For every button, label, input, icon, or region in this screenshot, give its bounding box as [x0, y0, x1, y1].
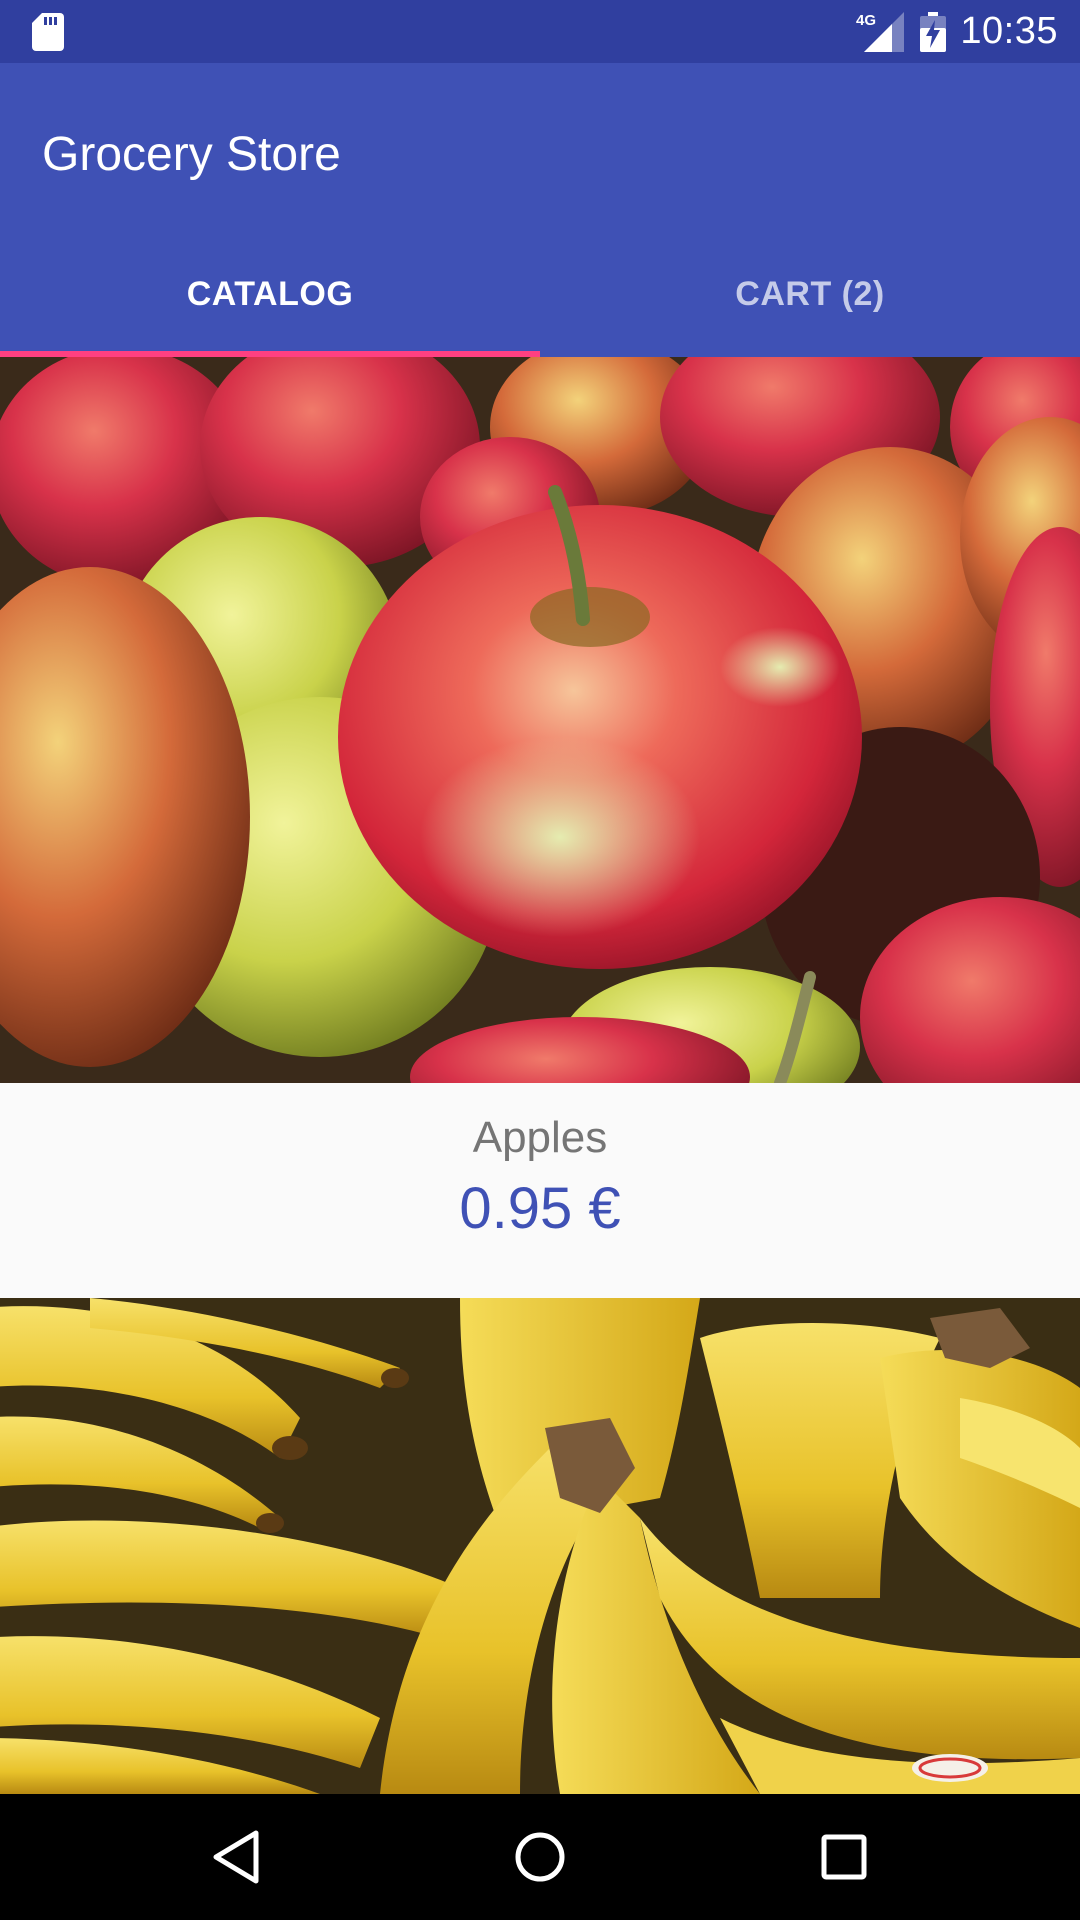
tab-cart-label: CART (2): [735, 274, 885, 313]
tab-catalog-label: CATALOG: [186, 274, 354, 313]
back-icon[interactable]: [202, 1823, 270, 1891]
tab-bar: CATALOG CART (2): [0, 231, 1080, 357]
battery-charging-icon: [920, 11, 947, 52]
product-card-bananas-image[interactable]: [0, 1298, 1080, 1794]
tab-catalog[interactable]: CATALOG: [0, 231, 540, 357]
home-icon[interactable]: [506, 1823, 574, 1891]
product-card-apples-info[interactable]: Apples 0.95 €: [0, 1083, 1080, 1298]
status-icons: 4G 10:35: [856, 0, 1058, 63]
navigation-bar: [0, 1794, 1080, 1920]
clock: 10:35: [960, 10, 1058, 52]
tab-cart[interactable]: CART (2): [540, 231, 1080, 357]
sd-card-icon: [32, 13, 64, 51]
product-price: 0.95 €: [459, 1176, 621, 1241]
network-label: 4G: [856, 12, 876, 29]
status-bar: 4G 10:35: [0, 0, 1080, 63]
product-card-apples-image[interactable]: [0, 357, 1080, 1083]
screen: 4G 10:35 Grocery Store CATALOG CART (2): [0, 0, 1080, 1920]
app-title: Grocery Store: [42, 128, 341, 181]
bananas-photo: [0, 1298, 1080, 1794]
product-name: Apples: [472, 1113, 608, 1162]
app-bar: Grocery Store: [0, 63, 1080, 231]
signal-icon: 4G: [856, 11, 905, 52]
recents-icon[interactable]: [810, 1823, 878, 1891]
apples-photo: [0, 357, 1080, 1083]
